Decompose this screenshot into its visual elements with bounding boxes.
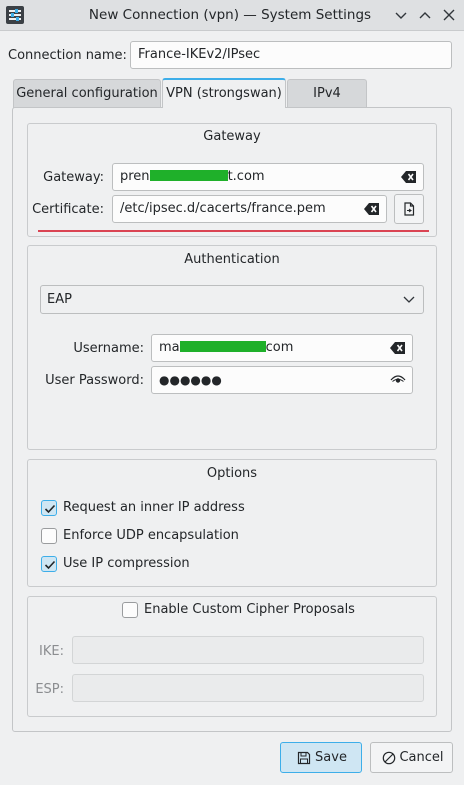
ike-input: [72, 636, 424, 664]
document-open-icon: [404, 202, 415, 216]
options-group-title: Options: [206, 466, 258, 481]
certificate-value: /etc/ipsec.d/cacerts/france.pem: [120, 201, 326, 216]
close-button[interactable]: [438, 4, 460, 26]
system-settings-icon[interactable]: [6, 6, 24, 24]
title-bar: New Connection (vpn) — System Settings: [0, 0, 464, 31]
username-value-start: ma: [159, 340, 180, 355]
gateway-group-title: Gateway: [203, 129, 261, 144]
username-input[interactable]: ma com: [151, 334, 413, 362]
enforce-udp-checkbox[interactable]: [41, 528, 57, 544]
gateway-value-end: t.com: [227, 169, 265, 184]
tab-ipv4[interactable]: IPv4: [287, 79, 367, 108]
connection-name-value: France-IKEv2/IPsec: [138, 47, 261, 62]
ip-compression-checkbox[interactable]: [41, 556, 57, 572]
authentication-group-title: Authentication: [184, 252, 280, 267]
gateway-value-start: pren: [120, 169, 150, 184]
show-password-icon[interactable]: [390, 374, 406, 386]
auth-method-value: EAP: [47, 292, 72, 307]
ip-compression-label[interactable]: Use IP compression: [63, 556, 190, 571]
gateway-input[interactable]: pren t.com: [112, 163, 424, 191]
user-password-input[interactable]: ●●●●●●: [151, 366, 413, 394]
cancel-button[interactable]: Cancel: [370, 742, 453, 773]
cancel-label: Cancel: [399, 750, 444, 765]
clear-text-icon[interactable]: [364, 202, 380, 216]
browse-file-button[interactable]: [394, 194, 424, 224]
tab-vpn-strongswan[interactable]: VPN (strongswan): [162, 78, 286, 108]
tab-general-configuration[interactable]: General configuration: [13, 79, 161, 108]
save-button[interactable]: Save: [280, 742, 362, 773]
auth-method-select[interactable]: EAP: [40, 285, 424, 314]
request-inner-ip-checkbox[interactable]: [41, 500, 57, 516]
window-title: New Connection (vpn) — System Settings: [88, 7, 372, 23]
maximize-button[interactable]: [414, 4, 436, 26]
save-label: Save: [315, 750, 347, 765]
password-dots: ●●●●●●: [159, 373, 222, 387]
checkmark-icon: [44, 504, 56, 514]
clear-text-icon[interactable]: [390, 341, 406, 355]
save-icon: [297, 751, 311, 765]
cancel-icon: [382, 751, 396, 765]
checkmark-icon: [44, 560, 56, 570]
chevron-down-icon: [403, 296, 415, 303]
clear-text-icon[interactable]: [401, 170, 417, 184]
custom-cipher-checkbox[interactable]: [122, 602, 138, 618]
esp-label: ESP:: [35, 682, 64, 697]
chevron-down-icon: [395, 12, 407, 19]
ike-label: IKE:: [39, 644, 64, 659]
redaction-mark: [179, 341, 266, 352]
esp-input: [72, 674, 424, 702]
connection-name-input[interactable]: France-IKEv2/IPsec: [130, 41, 452, 69]
connection-name-label: Connection name:: [8, 48, 127, 63]
enforce-udp-label[interactable]: Enforce UDP encapsulation: [63, 528, 239, 543]
gateway-label: Gateway:: [43, 170, 104, 185]
close-icon: [443, 9, 455, 21]
username-label: Username:: [73, 341, 144, 356]
request-inner-ip-label[interactable]: Request an inner IP address: [63, 500, 245, 515]
custom-cipher-label[interactable]: Enable Custom Cipher Proposals: [144, 602, 355, 617]
certificate-label: Certificate:: [32, 202, 104, 217]
validation-underline: [38, 230, 429, 232]
redaction-mark: [149, 170, 228, 181]
user-password-label: User Password:: [45, 373, 144, 388]
username-value-end: com: [265, 340, 294, 355]
minimize-button[interactable]: [390, 4, 412, 26]
chevron-up-icon: [419, 12, 431, 19]
certificate-input[interactable]: /etc/ipsec.d/cacerts/france.pem: [112, 195, 387, 223]
